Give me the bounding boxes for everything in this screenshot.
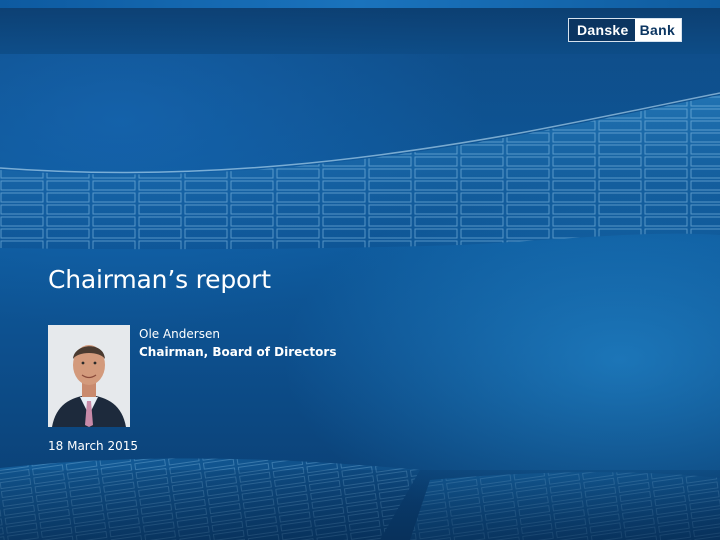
presenter-role: Chairman, Board of Directors (139, 345, 337, 359)
portrait-image (48, 325, 130, 427)
danske-bank-logo: Danske Bank (568, 18, 683, 42)
logo-word-danske: Danske (569, 19, 635, 41)
footer-band (0, 470, 720, 540)
slide-title: Chairman’s report (48, 265, 271, 294)
presenter-name: Ole Andersen (139, 327, 220, 341)
presenter-portrait (48, 325, 130, 427)
slide: Danske Bank Chairman’s report Ole Anders… (0, 0, 720, 540)
logo-word-bank: Bank (634, 19, 682, 41)
presentation-date: 18 March 2015 (48, 439, 139, 453)
